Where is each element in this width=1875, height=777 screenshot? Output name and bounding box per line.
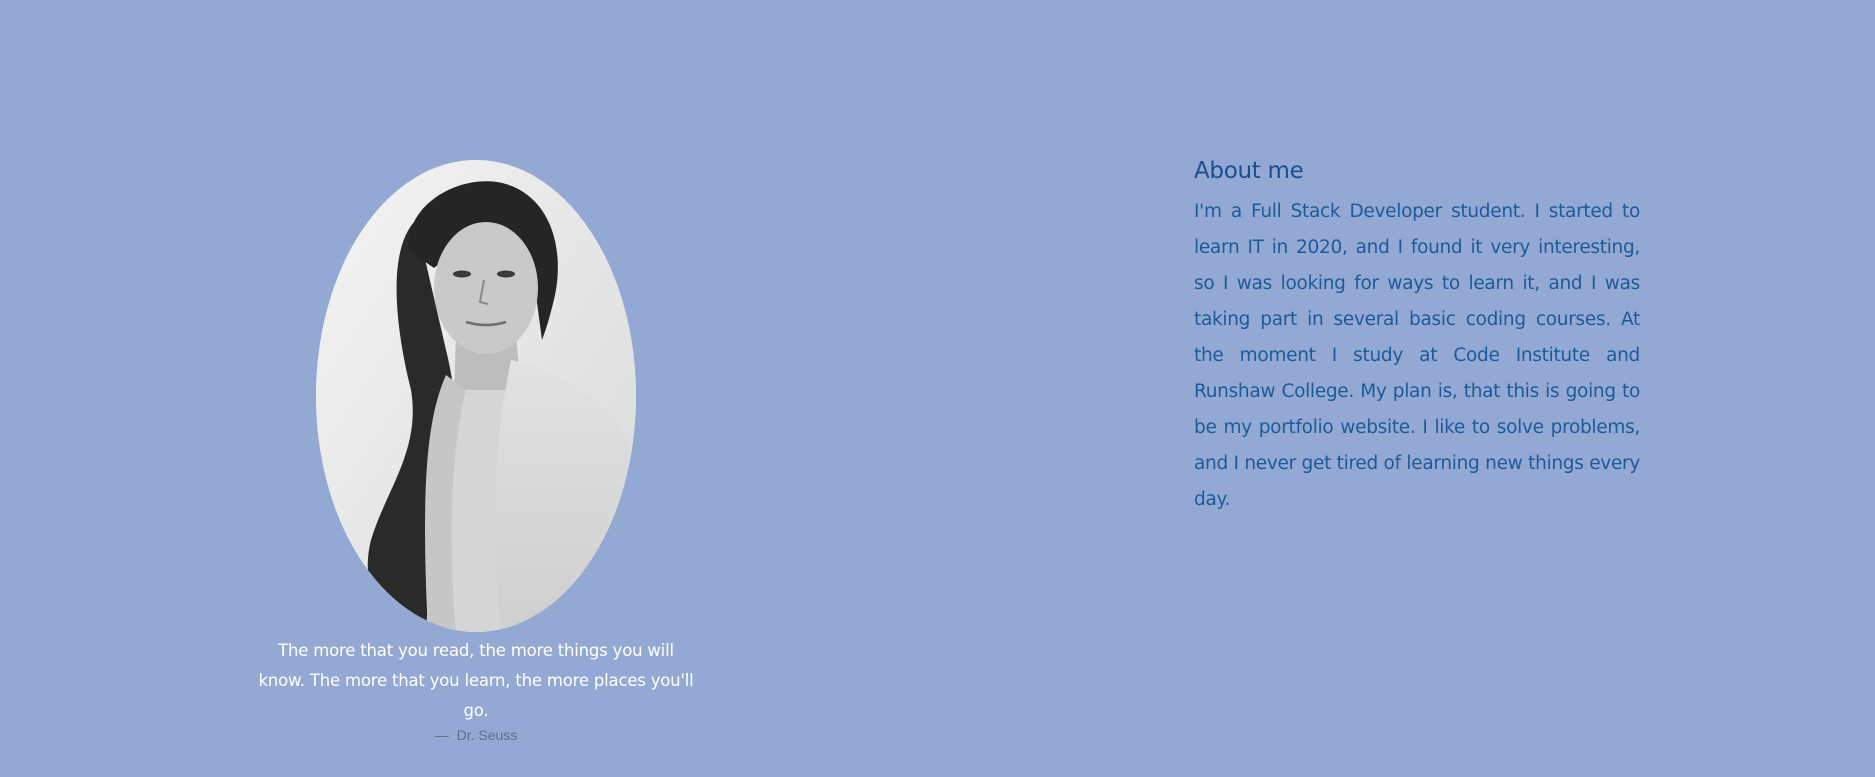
about-paragraph: I'm a Full Stack Developer student. I st… [1194,201,1640,510]
about-heading: About me [1194,158,1304,184]
portrait-illustration [316,160,636,632]
profile-photo [316,160,636,632]
profile-column: The more that you read, the more things … [236,160,716,744]
quote-attribution: — Dr. Seuss [236,726,716,744]
quote-text: The more that you read, the more things … [258,641,694,720]
quote-author: Dr. Seuss [456,727,518,743]
about-column: About me I'm a Full Stack Developer stud… [1194,158,1640,518]
quote-dash: — [434,727,449,743]
about-section: The more that you read, the more things … [0,0,1875,777]
